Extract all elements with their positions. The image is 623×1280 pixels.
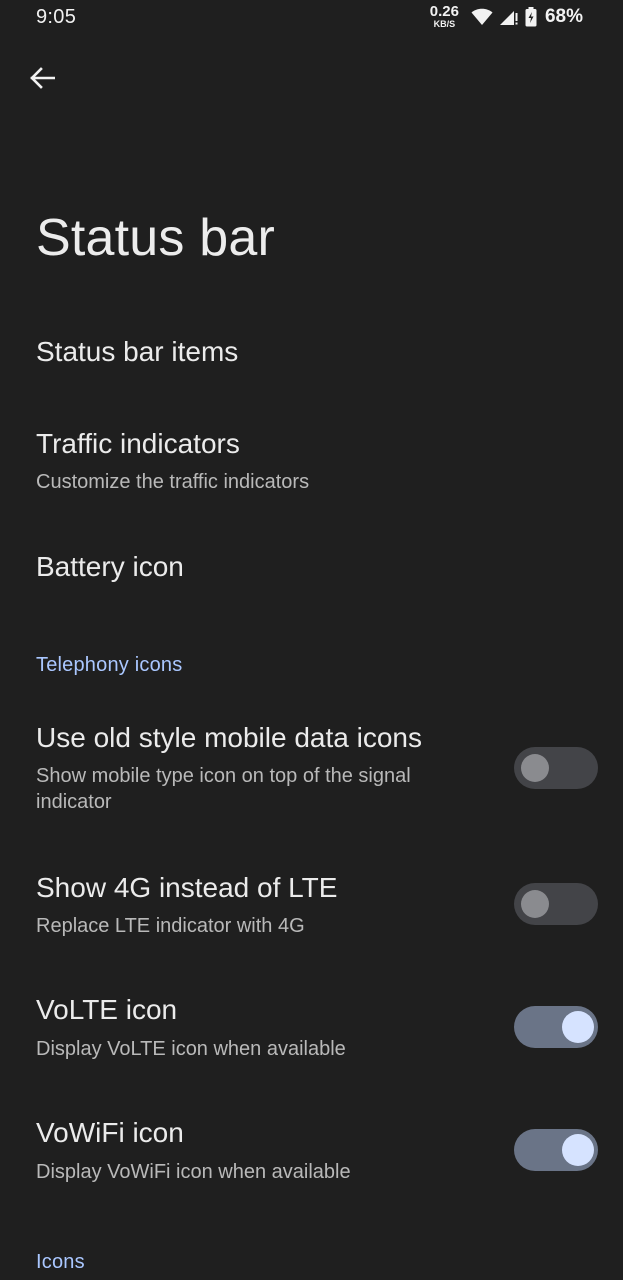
volte-icon-switch[interactable] (514, 1006, 598, 1048)
volte-icon-summary: Display VoLTE icon when available (36, 1038, 346, 1060)
network-speed: 0.26 KB/S (430, 4, 459, 29)
cell-signal-icon (499, 8, 519, 26)
old-style-icons-switch[interactable] (514, 747, 598, 789)
volte-icon-row[interactable]: VoLTE icon Display VoLTE icon when avail… (0, 978, 623, 1078)
battery-icon-title: Battery icon (36, 551, 184, 582)
back-button[interactable] (22, 58, 62, 98)
show-4g-row[interactable]: Show 4G instead of LTE Replace LTE indic… (0, 856, 623, 956)
show-4g-summary: Replace LTE indicator with 4G (36, 915, 305, 937)
status-bar-items-row[interactable]: Status bar items (0, 320, 623, 390)
battery-percent: 68% (544, 5, 583, 27)
status-bar-items-title: Status bar items (36, 336, 239, 367)
wifi-icon (471, 8, 493, 26)
switch-thumb (521, 754, 549, 782)
arrow-back-icon (29, 67, 55, 89)
vowifi-icon-row[interactable]: VoWiFi icon Display VoWiFi icon when ava… (0, 1101, 623, 1201)
status-icons: 0.26 KB/S 68% (430, 4, 583, 29)
battery-icon-row[interactable]: Battery icon (0, 534, 623, 604)
traffic-indicators-summary: Customize the traffic indicators (36, 471, 310, 493)
old-style-icons-row[interactable]: Use old style mobile data icons Show mob… (0, 706, 623, 826)
switch-thumb (562, 1011, 594, 1043)
vowifi-icon-switch[interactable] (514, 1129, 598, 1171)
traffic-indicators-title: Traffic indicators (36, 428, 240, 459)
switch-thumb (562, 1134, 594, 1166)
switch-thumb (521, 890, 549, 918)
battery-charging-icon (525, 6, 537, 27)
old-style-icons-summary: Show mobile type icon on top of the sign… (36, 765, 411, 813)
page-title: Status bar (36, 209, 276, 267)
network-speed-value: 0.26 (429, 3, 459, 20)
old-style-icons-title: Use old style mobile data icons (36, 722, 422, 753)
volte-icon-title: VoLTE icon (36, 994, 178, 1025)
vowifi-icon-title: VoWiFi icon (36, 1117, 184, 1148)
vowifi-icon-summary: Display VoWiFi icon when available (36, 1161, 351, 1183)
traffic-indicators-row[interactable]: Traffic indicators Customize the traffic… (0, 412, 623, 512)
clock: 9:05 (36, 6, 77, 28)
network-speed-unit: KB/S (433, 19, 456, 29)
show-4g-switch[interactable] (514, 883, 598, 925)
system-status-bar: 9:05 0.26 KB/S 68% (0, 0, 623, 36)
show-4g-title: Show 4G instead of LTE (36, 872, 338, 903)
icons-section-header: Icons (36, 1251, 85, 1273)
telephony-icons-header: Telephony icons (36, 654, 183, 676)
